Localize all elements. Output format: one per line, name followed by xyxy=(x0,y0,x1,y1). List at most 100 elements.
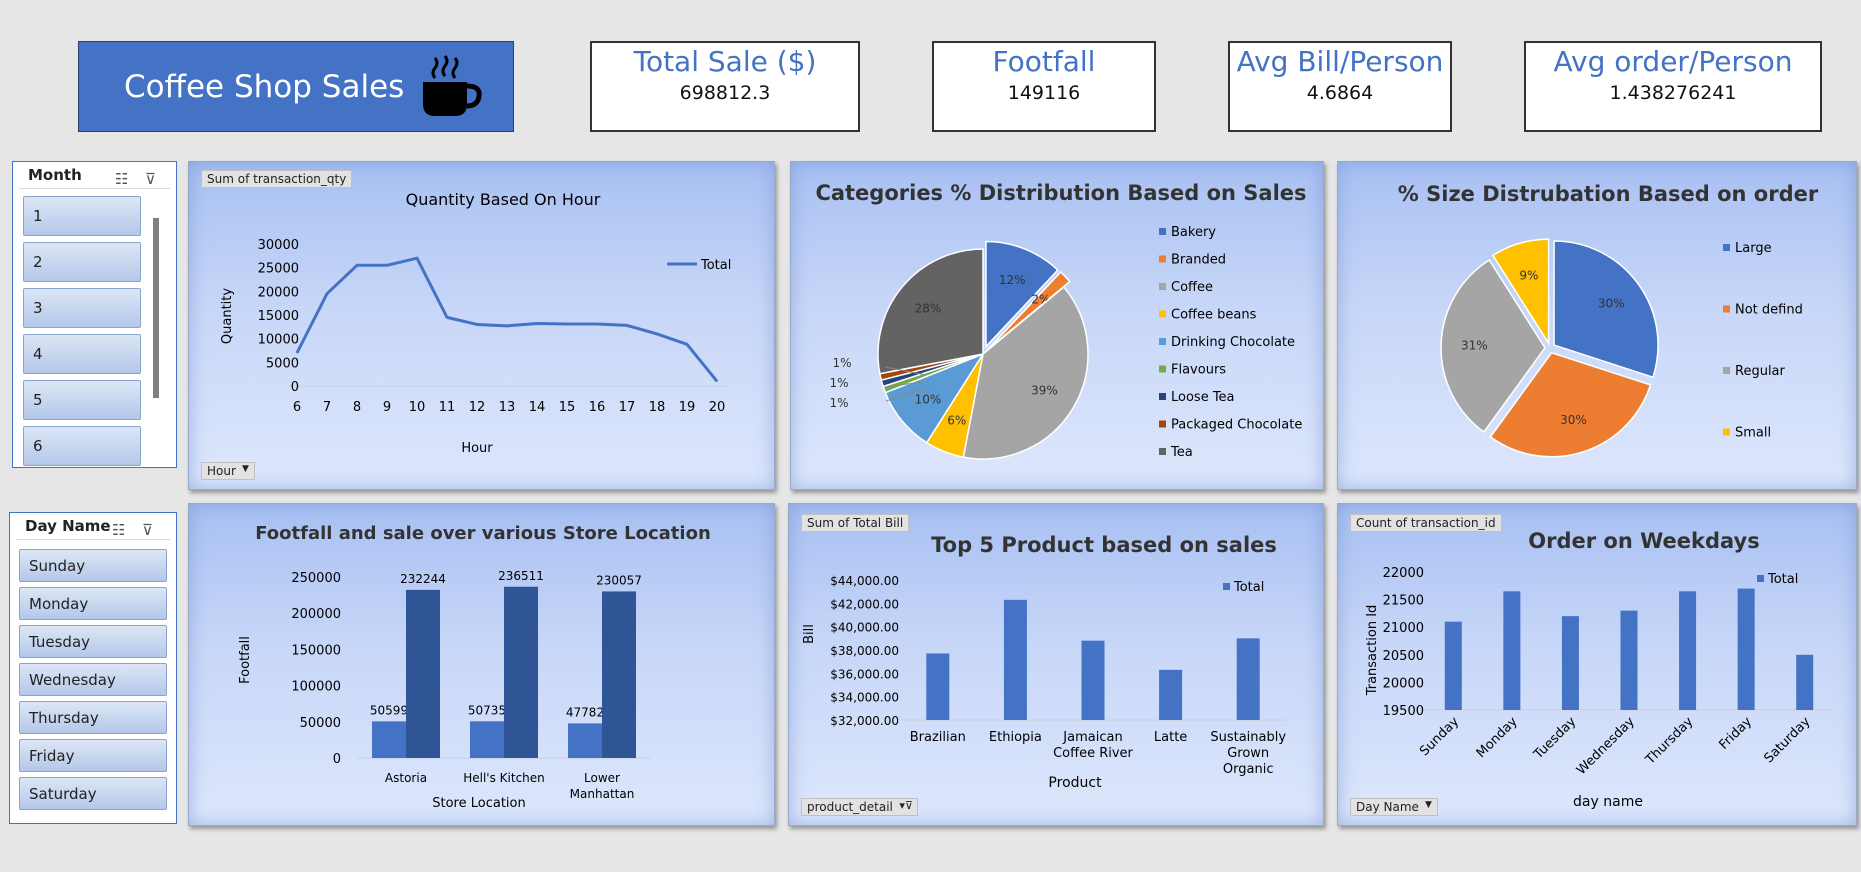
hour-line-chart: Quantity Based On Hour 0 5000 10000 15000 200… xyxy=(220,190,731,456)
data-label: 236511 xyxy=(498,569,544,583)
slicer-item-month[interactable]: 2 xyxy=(23,242,141,282)
slicer-item-month[interactable]: 1 xyxy=(23,196,141,236)
y-tick-label: 21500 xyxy=(1383,594,1424,609)
bar xyxy=(568,723,602,758)
bar xyxy=(372,721,406,758)
x-tick-label: Saturday xyxy=(1762,714,1814,766)
dropdown-icon: ▼ xyxy=(1425,800,1432,810)
bar xyxy=(1236,638,1260,720)
slicer-item-month[interactable]: 3 xyxy=(23,288,141,328)
hour-chart-panel: Sum of transaction_qty Quantity Based On… xyxy=(188,161,775,490)
y-tick-label: 50000 xyxy=(300,716,341,731)
weekday-bar-chart: Order on Weekdays 19500 20000 20500 21000 215… xyxy=(1365,529,1834,810)
product-axis-button[interactable]: product_detail ▾⊽ xyxy=(801,798,918,816)
legend-swatch xyxy=(1159,448,1166,455)
legend-label: Coffee beans xyxy=(1171,308,1257,323)
y-axis-label: Footfall xyxy=(238,636,253,684)
data-label: 230057 xyxy=(596,573,642,587)
kpi-label: Footfall xyxy=(992,45,1096,78)
data-point xyxy=(386,264,388,266)
kpi-label: Total Sale ($) xyxy=(633,45,817,78)
y-tick-label: 22000 xyxy=(1383,566,1424,581)
y-tick-label: 100000 xyxy=(291,680,341,695)
month-slicer-header: Month ☷ ⊽ xyxy=(19,162,170,189)
bar xyxy=(926,653,950,720)
clear-filter-icon[interactable]: ⊽ xyxy=(145,166,156,192)
y-tick-label: $38,000.00 xyxy=(830,644,899,658)
kpi-value: 698812.3 xyxy=(679,82,771,104)
slicer-item-day[interactable]: Wednesday xyxy=(19,663,167,696)
kpi-label: Avg order/Person xyxy=(1553,45,1793,78)
data-point xyxy=(596,323,598,325)
product-chart-panel: Sum of Total Bill Top 5 Product based on… xyxy=(788,503,1324,826)
x-tick-label: 8 xyxy=(353,400,361,415)
slicer-item-day[interactable]: Thursday xyxy=(19,701,167,734)
legend-label: Flavours xyxy=(1171,363,1226,378)
y-tick-label: $34,000.00 xyxy=(830,691,899,705)
y-tick-label: 5000 xyxy=(266,356,299,371)
y-tick-label: $32,000.00 xyxy=(830,714,899,728)
filter-icon: ▾⊽ xyxy=(899,799,913,812)
slicer-item-month[interactable]: 6 xyxy=(23,426,141,466)
x-tick-label: Sunday xyxy=(1417,714,1462,759)
hour-axis-button[interactable]: Hour ▼ xyxy=(201,462,255,480)
slicer-item-day[interactable]: Monday xyxy=(19,587,167,620)
kpi-avg-bill: Avg Bill/Person 4.6864 xyxy=(1228,41,1452,132)
x-tick-label: Coffee River xyxy=(1053,746,1133,761)
bar xyxy=(1444,621,1462,710)
legend-swatch xyxy=(1159,338,1166,345)
y-tick-label: 15000 xyxy=(258,309,299,324)
legend-swatch xyxy=(1723,367,1730,374)
store-chart-panel: Footfall and sale over various Store Loc… xyxy=(188,503,775,826)
x-axis-label: Product xyxy=(1048,775,1102,791)
x-tick-label: 7 xyxy=(323,400,331,415)
x-tick-label: 10 xyxy=(409,400,426,415)
y-tick-label: 20000 xyxy=(258,285,299,300)
weekday-axis-button[interactable]: Day Name ▼ xyxy=(1350,798,1438,816)
x-axis-label: Store Location xyxy=(432,796,525,811)
kpi-value: 149116 xyxy=(1007,82,1081,104)
kpi-avg-order: Avg order/Person 1.438276241 xyxy=(1524,41,1822,132)
slicer-item-day[interactable]: Friday xyxy=(19,739,167,772)
multi-select-icon[interactable]: ☷ xyxy=(115,166,128,192)
data-label: 6% xyxy=(947,413,966,427)
store-bar-chart: Footfall and sale over various Store Loc… xyxy=(238,523,711,811)
data-label: 9% xyxy=(1519,268,1538,282)
y-tick-label: $40,000.00 xyxy=(830,621,899,635)
data-label: 50599 xyxy=(370,703,408,717)
chart-title: Order on Weekdays xyxy=(1528,529,1759,553)
legend-swatch xyxy=(1159,420,1166,428)
slicer-scrollbar[interactable] xyxy=(153,218,159,398)
series-line xyxy=(295,256,719,383)
x-tick-label: Organic xyxy=(1223,762,1274,777)
legend-label: Bakery xyxy=(1171,225,1216,240)
month-slicer: Month ☷ ⊽ 1 2 3 4 5 6 xyxy=(12,161,177,468)
data-point xyxy=(416,257,418,259)
x-tick-label: 6 xyxy=(293,400,301,415)
y-tick-label: 21000 xyxy=(1383,621,1424,636)
chart-title: Categories % Distribution Based on Sales xyxy=(815,181,1306,205)
x-tick-label: 16 xyxy=(589,400,606,415)
bar xyxy=(406,589,440,758)
slicer-item-month[interactable]: 4 xyxy=(23,334,141,374)
month-slicer-title: Month xyxy=(28,166,82,184)
legend-swatch xyxy=(1723,244,1730,251)
y-tick-label: 20500 xyxy=(1383,649,1424,664)
y-axis-label: Transaction Id xyxy=(1365,605,1380,697)
slicer-item-day[interactable]: Sunday xyxy=(19,549,167,582)
slicer-item-day[interactable]: Tuesday xyxy=(19,625,167,658)
kpi-label: Avg Bill/Person xyxy=(1236,45,1444,78)
bar xyxy=(1003,599,1027,720)
slicer-item-day[interactable]: Saturday xyxy=(19,777,167,810)
data-point xyxy=(476,323,478,325)
x-tick-label: 14 xyxy=(529,400,546,415)
clear-filter-icon[interactable]: ⊽ xyxy=(142,517,153,543)
chart-title: % Size Distrubation Based on order xyxy=(1398,182,1819,206)
data-label: 10% xyxy=(915,393,942,407)
x-tick-label: 13 xyxy=(499,400,516,415)
x-tick-label: Astoria xyxy=(385,771,427,785)
slicer-item-month[interactable]: 5 xyxy=(23,380,141,420)
multi-select-icon[interactable]: ☷ xyxy=(112,517,125,543)
y-tick-label: $42,000.00 xyxy=(830,597,899,611)
x-tick-label: Hell's Kitchen xyxy=(463,771,545,785)
